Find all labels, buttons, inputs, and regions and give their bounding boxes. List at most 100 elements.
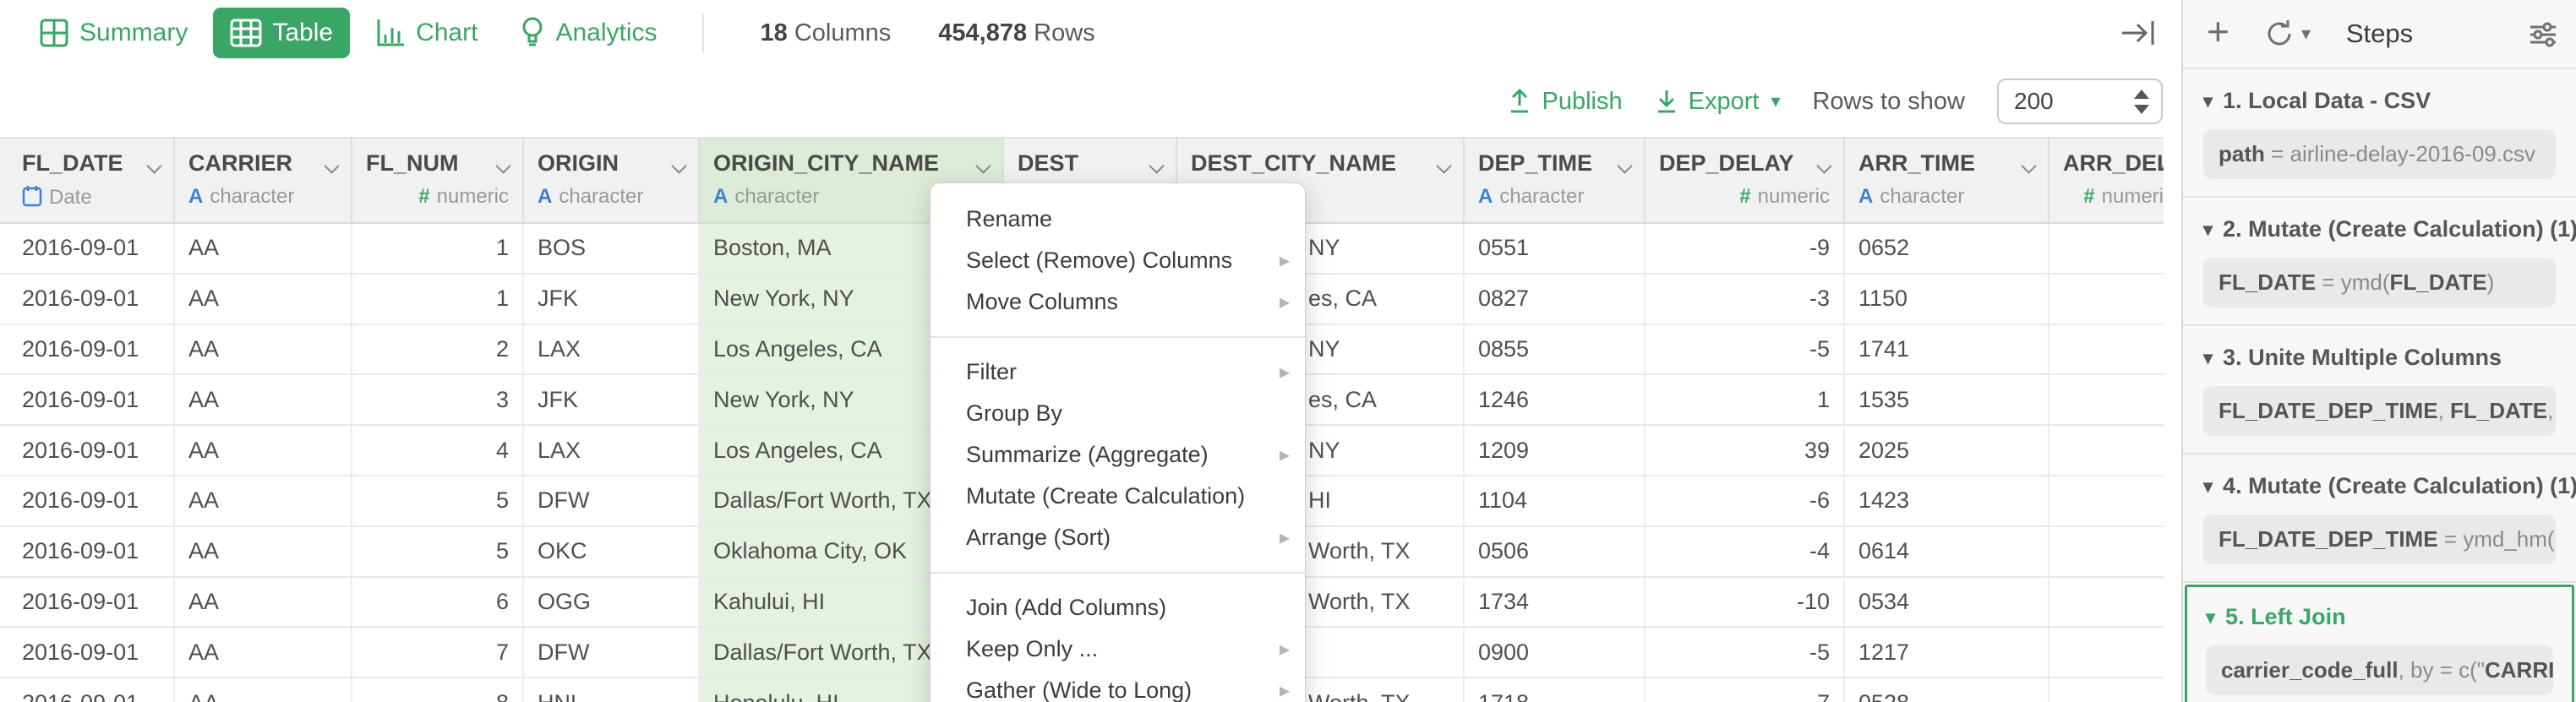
column-name: CARRIER xyxy=(188,150,337,177)
menu-item-move-columns[interactable]: Move Columns▸ xyxy=(931,281,1305,323)
cell-fl_num: 1 xyxy=(352,224,524,275)
step-collapse-caret-icon: ▾ xyxy=(2203,476,2213,498)
cell-dep_delay: -6 xyxy=(1645,476,1845,527)
step-header[interactable]: ▾ 1. Local Data - CSV xyxy=(2203,88,2556,114)
cell-dep_time: 0855 xyxy=(1465,325,1645,376)
menu-item-arrange-sort[interactable]: Arrange (Sort)▸ xyxy=(931,517,1305,558)
calendar-icon xyxy=(22,185,42,210)
step-header[interactable]: ▾3. Unite Multiple Columns xyxy=(2203,345,2556,371)
rows-to-show-stepper[interactable]: 200 xyxy=(1997,79,2163,124)
tab-table[interactable]: Table xyxy=(213,8,350,58)
publish-button[interactable]: Publish xyxy=(1508,88,1622,116)
column-header-dep_time[interactable]: DEP_TIMEAcharacter xyxy=(1465,139,1645,222)
step-header[interactable]: ▾2. Mutate (Create Calculation) (1) xyxy=(2203,216,2556,242)
cell-fl_date: 2016-09-01 xyxy=(8,224,175,275)
refresh-button[interactable]: ▾ xyxy=(2264,19,2311,49)
cell-fl_num: 7 xyxy=(352,628,524,678)
step-title-label: 1. Local Data - CSV xyxy=(2223,88,2431,114)
step-1: ▾ 1. Local Data - CSV path = airline-delay… xyxy=(2183,69,2576,198)
submenu-arrow-icon: ▸ xyxy=(1280,670,1290,702)
cell-fl_date: 2016-09-01 xyxy=(8,678,175,702)
character-a-icon: A xyxy=(1478,185,1493,209)
column-type: #numeric xyxy=(1659,185,1830,209)
collapse-panel-icon[interactable] xyxy=(2120,19,2158,52)
step-pill-segment: FL_DATE xyxy=(2219,269,2316,295)
cell-dep_delay: 39 xyxy=(1645,426,1845,476)
menu-item-select-remove-columns[interactable]: Select (Remove) Columns ▸ xyxy=(931,240,1305,281)
step-pill-segment: , by = c(" xyxy=(2399,657,2485,683)
step-4: ▾4. Mutate (Create Calculation) (1)FL_DA… xyxy=(2183,454,2576,583)
tab-summary[interactable]: Summary xyxy=(22,8,205,58)
column-header-carrier[interactable]: CARRIER Acharacter xyxy=(175,139,352,222)
step-pill-segment: path xyxy=(2219,141,2265,166)
step-title-label: 3. Unite Multiple Columns xyxy=(2223,345,2502,371)
column-type-label: character xyxy=(210,185,294,209)
submenu-arrow-icon: ▸ xyxy=(1280,434,1290,476)
character-a-icon: A xyxy=(188,185,203,209)
column-name: ORIGIN_CITY_NAME xyxy=(713,150,989,177)
menu-item-group-by[interactable]: Group By xyxy=(931,393,1305,434)
step-pill-segment: , xyxy=(2438,398,2450,423)
step-header[interactable]: ▾4. Mutate (Create Calculation) (1) xyxy=(2203,473,2556,499)
column-name: FL_DATE xyxy=(22,150,160,177)
add-step-button[interactable]: + xyxy=(2207,12,2229,51)
column-header-dep_delay[interactable]: DEP_DELAY#numeric xyxy=(1645,139,1845,222)
cell-fl_date: 2016-09-01 xyxy=(8,426,175,476)
menu-item-join-add-columns[interactable]: Join (Add Columns) xyxy=(931,587,1305,629)
rows-count: 454,878 xyxy=(938,19,1027,46)
cell-fl_num: 4 xyxy=(352,426,524,476)
menu-item-rename[interactable]: Rename xyxy=(931,199,1305,240)
menu-item-gather-wide-to-long[interactable]: Gather (Wide to Long)▸ xyxy=(931,670,1305,702)
menu-item-label: Summarize (Aggregate) xyxy=(966,442,1209,467)
stepper-arrows-icon[interactable] xyxy=(2134,80,2149,122)
cell-dep_delay: -5 xyxy=(1645,628,1845,678)
column-header-arr_delay[interactable]: ARR_DELAY#numeric xyxy=(2049,139,2164,222)
menu-item-label: Arrange (Sort) xyxy=(966,525,1111,550)
step-header[interactable]: ▾5. Left Join xyxy=(2206,604,2553,630)
column-header-fl_num[interactable]: FL_NUM#numeric xyxy=(352,139,524,222)
tab-chart[interactable]: Chart xyxy=(358,8,494,58)
step-pill-segment: F… xyxy=(2555,526,2556,552)
cell-arr_time: 0614 xyxy=(1845,527,2049,578)
tab-analytics[interactable]: Analytics xyxy=(503,8,674,58)
cell-carrier: AA xyxy=(175,527,352,578)
cell-dep_delay: -4 xyxy=(1645,527,1845,578)
numeric-hash-icon: # xyxy=(1739,185,1750,209)
row-gutter xyxy=(0,628,8,678)
menu-item-label: Keep Only ... xyxy=(966,636,1098,661)
cell-fl_date: 2016-09-01 xyxy=(8,628,175,678)
cell-arr_delay xyxy=(2049,224,2164,275)
step-pill-segment: = ymd_hm( xyxy=(2438,526,2555,552)
menu-item-label: Group By xyxy=(966,400,1062,426)
column-type: #numeric xyxy=(2063,185,2164,209)
menu-item-summarize-aggregate[interactable]: Summarize (Aggregate) ▸ xyxy=(931,434,1305,476)
column-type: Acharacter xyxy=(538,185,685,209)
column-type: Acharacter xyxy=(1858,185,2034,209)
cell-arr_delay xyxy=(2049,527,2164,578)
cell-fl_num: 1 xyxy=(352,275,524,325)
cell-fl_num: 5 xyxy=(352,527,524,578)
export-caret-icon: ▾ xyxy=(1771,90,1780,112)
cell-origin: HNL xyxy=(524,678,700,702)
settings-sliders-icon[interactable] xyxy=(2527,19,2559,55)
cell-carrier: AA xyxy=(175,426,352,476)
row-gutter xyxy=(0,426,8,476)
submenu-arrow-icon: ▸ xyxy=(1280,240,1290,281)
export-button[interactable]: Export ▾ xyxy=(1655,88,1781,116)
column-header-arr_time[interactable]: ARR_TIMEAcharacter xyxy=(1845,139,2049,222)
column-type-label: character xyxy=(1880,185,1964,209)
column-header-origin[interactable]: ORIGINAcharacter xyxy=(524,139,700,222)
menu-item-label: Move Columns xyxy=(966,289,1118,314)
cell-dep_delay: -5 xyxy=(1645,325,1845,376)
view-tab-bar: SummaryTableChartAnalytics 18 Columns 45… xyxy=(0,0,2181,66)
cell-dep_delay: 7 xyxy=(1645,678,1845,702)
menu-item-keep-only[interactable]: Keep Only ...▸ xyxy=(931,629,1305,670)
menu-item-filter[interactable]: Filter▸ xyxy=(931,351,1305,393)
cell-origin: DFW xyxy=(524,628,700,678)
menu-item-label: Select (Remove) Columns xyxy=(966,248,1232,273)
step-summary-pill: path = airline-delay-2016-09.csv xyxy=(2203,129,2556,179)
columns-count-stat: 18 Columns xyxy=(760,19,891,47)
step-collapse-caret-icon: ▾ xyxy=(2203,90,2213,112)
menu-item-mutate-create-calculation[interactable]: Mutate (Create Calculation) xyxy=(931,476,1305,517)
column-header-fl_date[interactable]: FL_DATEDate xyxy=(8,139,175,222)
